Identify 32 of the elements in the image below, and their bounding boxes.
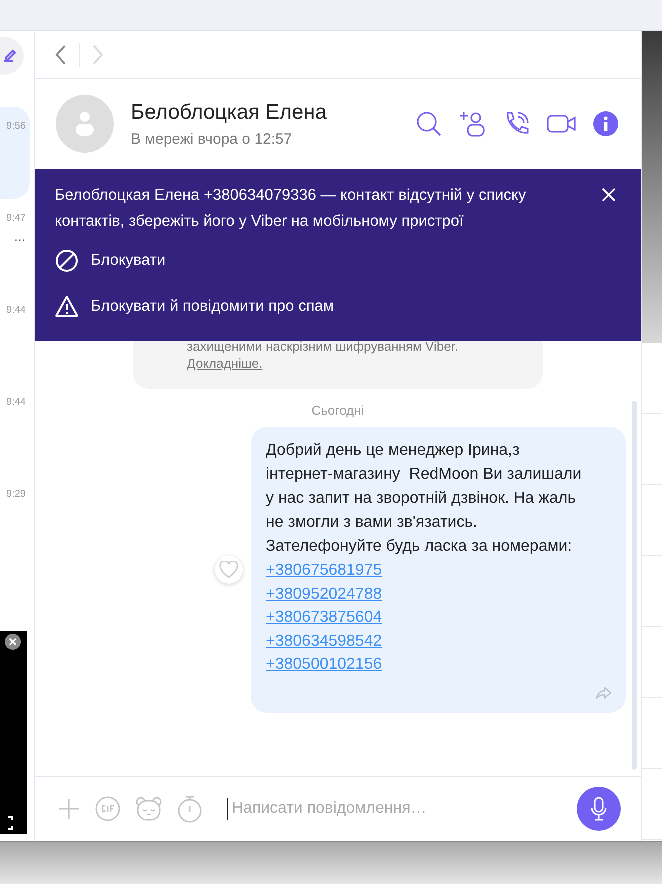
add-contact-icon[interactable] [459, 110, 487, 138]
close-icon [601, 187, 617, 203]
chat-list-item[interactable]: 9:44 [0, 291, 30, 383]
message-input[interactable]: Написати повідомлення… [228, 799, 563, 819]
phone-link[interactable]: +380673875604 [266, 606, 382, 630]
block-icon [55, 249, 79, 273]
contact-status: В мережі вчора о 12:57 [131, 130, 294, 148]
banner-action[interactable]: Блокувати й повідомити про спам [55, 287, 621, 327]
phone-link[interactable]: +380500102156 [266, 653, 382, 676]
chat-list-item[interactable]: 9:29 [0, 475, 30, 567]
system-message-text: захищеними наскрізним шифруванням Viber. [187, 339, 459, 354]
learn-more-link[interactable]: Докладніше. [187, 356, 263, 371]
close-icon[interactable] [5, 634, 21, 650]
phone-link[interactable]: +380634598542 [266, 630, 382, 653]
phone-link[interactable]: +380675681975 [266, 559, 382, 582]
microphone-button[interactable] [577, 787, 621, 831]
info-icon[interactable] [593, 111, 619, 137]
message-text: Добрий день це менеджер Ірина,з інтернет-магазину RedMoon Ви залишали у нас запит на зворотній дзвінок. На жаль не змогли з вами зв'язатись. Зателефонуйте будь ласка за номерами: [266, 441, 583, 557]
phone-link[interactable]: +380952024788 [266, 582, 382, 606]
avatar [55, 94, 115, 154]
contact-name: Белоблоцкая Елена [131, 100, 328, 124]
microphone-icon [590, 796, 608, 822]
chat-list-item[interactable]: 9:47 … [0, 199, 30, 291]
text-cursor [227, 798, 228, 820]
date-separator: Сьогодні [312, 403, 364, 418]
search-icon[interactable] [415, 110, 443, 138]
edit-icon [2, 48, 18, 64]
chat-list-item[interactable]: 9:44 [0, 383, 30, 475]
chat-list-item[interactable]: 9:56 [0, 107, 30, 199]
banner-text: Белоблоцкая Елена +380634079336 — контакт відсутній у списку контактів, збережіть його у Viber на мобільному пристрої [55, 186, 528, 232]
banner-action[interactable]: Блокувати [55, 241, 621, 281]
warning-icon [55, 295, 79, 319]
